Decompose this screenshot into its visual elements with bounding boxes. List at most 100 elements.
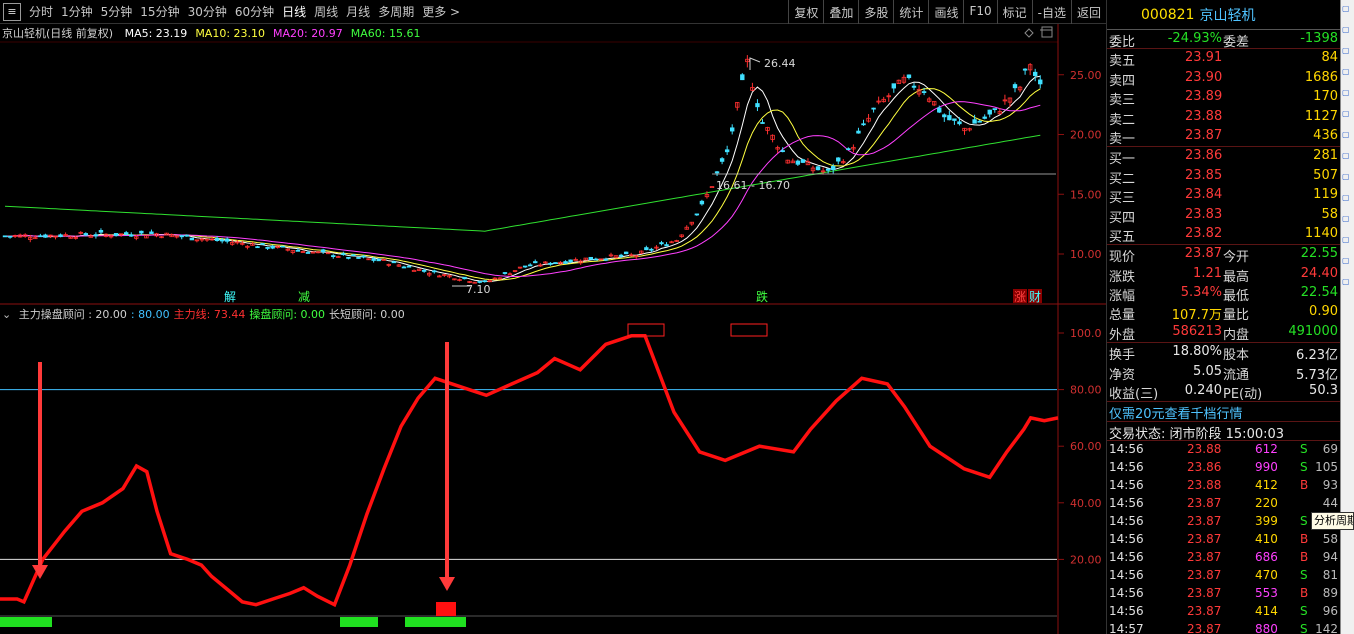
side-icon-3[interactable]: ▢: [1342, 46, 1352, 56]
side-icon-8[interactable]: ▢: [1342, 151, 1352, 161]
tool-button-1[interactable]: 叠加: [823, 0, 858, 24]
promo-text[interactable]: 仅需20元查看千档行情: [1109, 403, 1243, 422]
tool-button-2[interactable]: 多股: [858, 0, 893, 24]
tool-button-0[interactable]: 复权: [788, 0, 823, 24]
candle-body: [977, 120, 982, 123]
candle-body: [760, 122, 765, 124]
tick-price: 23.87: [1187, 532, 1222, 547]
bid-row-1[interactable]: 买二 23.85 507: [1107, 167, 1340, 187]
tick-price: 23.87: [1187, 622, 1222, 634]
tick-row: 14:57 23.87 880 S 142: [1107, 621, 1340, 634]
bid-row-2[interactable]: 买三 23.84 119: [1107, 186, 1340, 206]
side-icon-11[interactable]: ▢: [1342, 214, 1352, 224]
ask-row-0[interactable]: 卖五 23.91 84: [1107, 49, 1340, 69]
tick-row: 14:56 23.87 686 B 94: [1107, 549, 1340, 567]
tool-button-4[interactable]: 画线: [928, 0, 963, 24]
period-tab-5[interactable]: 60分钟: [231, 3, 278, 20]
period-tab-6[interactable]: 日线: [278, 3, 310, 20]
period-tab-9[interactable]: 多周期: [374, 3, 418, 20]
side-icon-14[interactable]: ▢: [1342, 277, 1352, 287]
candle-body: [548, 262, 553, 265]
quote-value-2: 24.40: [1300, 265, 1338, 281]
tool-button-7[interactable]: -自选: [1031, 0, 1071, 24]
period-tab-2[interactable]: 5分钟: [97, 3, 137, 20]
bid-label: 买一: [1109, 152, 1136, 168]
side-icon-12[interactable]: ▢: [1342, 235, 1352, 245]
candle-body: [568, 259, 573, 263]
tick-time: 14:56: [1109, 478, 1144, 493]
tick-price: 23.87: [1187, 514, 1222, 529]
ask-price: 23.89: [1185, 89, 1223, 105]
bid-levels: 买一 23.86 281 买二 23.85 507 买三 23.84 119 买四 23.83 58 买…: [1107, 146, 1340, 245]
candle-body: [815, 166, 821, 171]
side-icon-6[interactable]: ▢: [1342, 109, 1352, 119]
period-tooltip: 分析周期: [1311, 512, 1354, 530]
tool-button-3[interactable]: 统计: [893, 0, 928, 24]
ask-row-4[interactable]: 卖一 23.87 436: [1107, 127, 1340, 147]
candle-body: [730, 127, 735, 132]
tool-button-6[interactable]: 标记: [996, 0, 1032, 24]
tick-count: 142: [1315, 622, 1338, 634]
ask-row-1[interactable]: 卖四 23.90 1686: [1107, 69, 1340, 89]
candle-body: [224, 238, 230, 242]
buy-signal-block: [436, 602, 456, 616]
quote-value: 107.7万: [1171, 308, 1222, 324]
candle-body: [260, 243, 265, 245]
candle-body: [371, 258, 376, 261]
tick-direction: S: [1300, 604, 1308, 619]
indicator-legend-1: : 80.00: [130, 308, 170, 321]
quote-value: 1.21: [1193, 265, 1222, 281]
ask-label: 卖二: [1109, 112, 1136, 128]
period-tab-7[interactable]: 周线: [310, 3, 342, 20]
tick-volume: 612: [1255, 442, 1278, 457]
stat-label: 净资: [1109, 367, 1136, 383]
bid-row-0[interactable]: 买一 23.86 281: [1107, 147, 1340, 168]
ask-row-2[interactable]: 卖三 23.89 170: [1107, 88, 1340, 108]
candle-body: [528, 264, 533, 267]
stat-value: 18.80%: [1172, 344, 1222, 360]
ask-row-3[interactable]: 卖二 23.88 1127: [1107, 108, 1340, 128]
top-signal-box: [730, 323, 768, 337]
menu-icon[interactable]: ≡: [3, 2, 21, 21]
period-tab-4[interactable]: 30分钟: [184, 3, 231, 20]
period-tab-0[interactable]: 分时: [25, 3, 57, 20]
indicator-legend-0: 主力操盘顾问 : 20.00: [18, 308, 127, 321]
tick-direction: S: [1300, 514, 1308, 529]
tool-button-8[interactable]: 返回: [1070, 0, 1106, 24]
indicator-toggle-icon[interactable]: ⌄: [2, 308, 15, 321]
weibi-label: 委比: [1109, 35, 1136, 50]
signal-bar: [340, 617, 378, 627]
side-icon-5[interactable]: ▢: [1342, 88, 1352, 98]
period-tab-1[interactable]: 1分钟: [57, 3, 97, 20]
tick-list[interactable]: 14:56 23.88 612 S 69 14:56 23.86 990 S 105 14:56 23…: [1107, 440, 1340, 634]
side-icon-10[interactable]: ▢: [1342, 193, 1352, 203]
candle-body: [1038, 79, 1043, 85]
side-icon-2[interactable]: ▢: [1342, 25, 1352, 35]
tick-time: 14:56: [1109, 460, 1144, 475]
candle-body: [219, 239, 225, 242]
side-icon-13[interactable]: ▢: [1342, 256, 1352, 266]
tick-count: 93: [1322, 478, 1338, 493]
candle-body: [98, 230, 104, 233]
bid-row-4[interactable]: 买五 23.82 1140: [1107, 225, 1340, 245]
bid-row-3[interactable]: 买四 23.83 58: [1107, 206, 1340, 226]
period-tab-8[interactable]: 月线: [342, 3, 374, 20]
period-tab-10[interactable]: 更多 >: [418, 3, 464, 20]
tool-button-5[interactable]: F10: [963, 0, 996, 24]
side-icon-1[interactable]: ▢: [1342, 4, 1352, 14]
side-icon-7[interactable]: ▢: [1342, 130, 1352, 140]
weibi-row: 委比 -24.93% 委差 -1398: [1107, 30, 1340, 50]
candle-body: [93, 234, 99, 237]
period-tab-3[interactable]: 15分钟: [136, 3, 183, 20]
candle-body: [800, 159, 806, 163]
ask-price: 23.88: [1185, 108, 1223, 124]
side-icon-9[interactable]: ▢: [1342, 172, 1352, 182]
side-icon-4[interactable]: ▢: [1342, 67, 1352, 77]
candle-body: [724, 149, 730, 153]
candle-body: [947, 115, 952, 121]
tick-direction: S: [1300, 442, 1308, 457]
price-tick-label: 10.00: [1070, 248, 1102, 261]
chart-area[interactable]: 25.00 20.00 15.00 10.00 100.0 80.00 60.00 40.00…: [0, 24, 1106, 634]
weibi-value: -24.93%: [1167, 31, 1222, 46]
promo-banner[interactable]: 仅需20元查看千档行情: [1107, 401, 1340, 422]
